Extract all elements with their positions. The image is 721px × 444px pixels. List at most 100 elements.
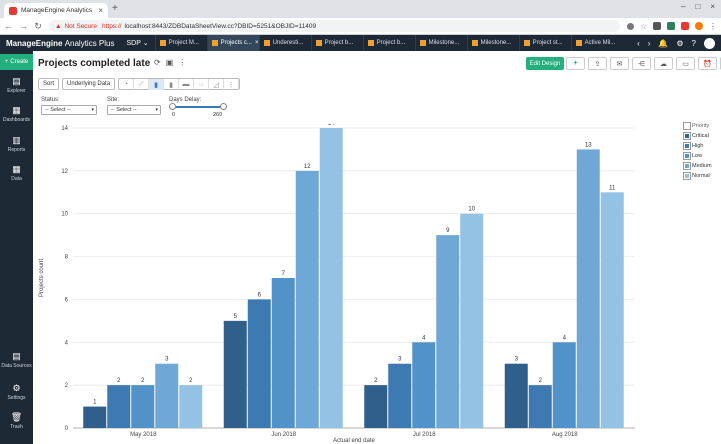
view-tab[interactable]: Project st... bbox=[518, 35, 571, 51]
view-tab[interactable]: Project M... bbox=[154, 35, 207, 51]
slider-max-handle[interactable] bbox=[220, 103, 227, 110]
app-favicon-icon bbox=[9, 6, 17, 15]
view-tab[interactable]: Project b... bbox=[362, 35, 415, 51]
view-tab[interactable]: Milestone... bbox=[466, 35, 519, 51]
legend-item[interactable]: Critical bbox=[683, 131, 720, 141]
extension-icon[interactable] bbox=[667, 22, 675, 30]
app-logo[interactable]: ManageEngine Analytics Plus bbox=[0, 39, 120, 48]
data-label: 3 bbox=[165, 357, 169, 363]
more-charts-icon[interactable]: ⋮ bbox=[224, 79, 240, 90]
legend-swatch bbox=[683, 162, 691, 170]
avatar[interactable] bbox=[704, 37, 715, 49]
site-select[interactable]: -- Select -- ▾ bbox=[107, 105, 161, 115]
help-icon[interactable]: ? bbox=[692, 39, 696, 48]
sidebar-item-label: Explorer bbox=[7, 88, 26, 94]
export-icon[interactable]: ⇪ bbox=[588, 57, 607, 70]
kebab-menu-icon[interactable]: ⋮ bbox=[709, 22, 717, 31]
sidebar-item-settings[interactable]: ⚙ Settings bbox=[0, 383, 33, 401]
maximize-icon[interactable]: □ bbox=[695, 2, 700, 11]
legend-item[interactable]: High bbox=[683, 141, 720, 151]
email-icon[interactable]: ✉ bbox=[610, 57, 629, 70]
data-label: 2 bbox=[117, 378, 121, 384]
sidebar-item-reports[interactable]: ▥ Reports bbox=[0, 135, 33, 153]
reports-icon: ▥ bbox=[12, 135, 21, 145]
close-tab-icon[interactable]: × bbox=[98, 6, 103, 15]
scatter-chart-icon[interactable]: ⁘ bbox=[194, 79, 210, 90]
sort-button[interactable]: Sort bbox=[38, 78, 60, 90]
view-tab[interactable]: Underesti... bbox=[258, 35, 311, 51]
sidebar-item-data[interactable]: ▦ Data bbox=[0, 164, 33, 182]
tabs-scroll-left-icon[interactable]: ‹ bbox=[637, 39, 640, 48]
sidebar-item-dashboards[interactable]: ▦ Dashboards bbox=[0, 105, 33, 123]
legend-item[interactable]: Medium bbox=[683, 161, 720, 171]
y-tick-label: 14 bbox=[61, 126, 68, 132]
minimize-icon[interactable]: – bbox=[681, 2, 685, 11]
more-icon[interactable]: ⋮ bbox=[178, 58, 186, 67]
browser-tab[interactable]: ManageEngine Analytics Plus × bbox=[4, 3, 108, 18]
data-label: 11 bbox=[609, 185, 616, 191]
slider-min-handle[interactable] bbox=[169, 103, 176, 110]
data-label: 3 bbox=[515, 357, 519, 363]
status-select-value: -- Select -- bbox=[45, 107, 71, 113]
extension-icon[interactable] bbox=[681, 22, 689, 30]
sidebar-item-explorer[interactable]: ▤ Explorer bbox=[0, 76, 33, 94]
underlying-data-button[interactable]: Underlying Data bbox=[62, 78, 116, 90]
create-button[interactable]: + Create bbox=[0, 54, 33, 70]
legend-title[interactable]: Priority bbox=[683, 122, 720, 130]
profile-icon[interactable] bbox=[695, 22, 703, 30]
title-actions: ⟳ ▣ ⋮ bbox=[154, 58, 186, 67]
gear-icon[interactable]: ⚙ bbox=[676, 39, 683, 48]
bar-normal bbox=[179, 385, 203, 428]
extension-icon[interactable] bbox=[653, 22, 661, 30]
share-icon[interactable]: ⋲ bbox=[632, 57, 651, 70]
publish-icon[interactable]: ☁ bbox=[654, 57, 673, 70]
view-tab[interactable]: Project b... bbox=[310, 35, 363, 51]
header-icons: ‹ › 🔔 ⚙ ? bbox=[637, 37, 721, 49]
delay-max-value: 260 bbox=[213, 112, 223, 118]
sidebar-item-trash[interactable]: 🗑 Trash bbox=[0, 412, 33, 430]
alarm-icon[interactable]: ⏰ bbox=[698, 57, 717, 70]
view-tab-label: Milestone... bbox=[428, 40, 460, 46]
legend-label: Medium bbox=[692, 163, 712, 169]
stacked-bar-icon[interactable]: ▮ bbox=[164, 79, 180, 90]
forward-icon[interactable]: → bbox=[19, 21, 28, 31]
save-icon[interactable]: ▣ bbox=[166, 58, 174, 67]
add-icon[interactable]: + bbox=[566, 57, 585, 70]
comment-icon[interactable]: ▭ bbox=[676, 57, 695, 70]
view-tab[interactable]: Milestone... bbox=[414, 35, 467, 51]
star-icon[interactable]: ☆ bbox=[640, 22, 647, 31]
view-tab-active[interactable]: Projects c... × bbox=[206, 35, 259, 51]
data-icon: ▦ bbox=[12, 164, 21, 174]
view-tabs: Project M... Projects c... × Underesti...… bbox=[154, 35, 623, 51]
legend-item[interactable]: Low bbox=[683, 151, 720, 161]
horizontal-bar-icon[interactable]: ▬ bbox=[179, 79, 195, 90]
close-window-icon[interactable]: × bbox=[710, 2, 715, 11]
status-select[interactable]: -- Select -- ▾ bbox=[41, 105, 97, 115]
zoom-icon[interactable] bbox=[626, 22, 634, 30]
chart-tab-icon bbox=[471, 40, 478, 46]
reload-icon[interactable]: ↻ bbox=[34, 21, 42, 32]
sidebar-item-data-sources[interactable]: ▤ Data Sources bbox=[0, 351, 33, 369]
line-chart-icon[interactable]: ⟋ bbox=[134, 79, 150, 90]
view-tab[interactable]: Active Mil... bbox=[570, 35, 623, 51]
tabs-scroll-right-icon[interactable]: › bbox=[648, 39, 651, 48]
new-tab-icon[interactable]: + bbox=[112, 3, 118, 14]
refresh-icon[interactable]: ⟳ bbox=[154, 58, 161, 67]
bell-icon[interactable]: 🔔 bbox=[658, 39, 668, 48]
pie-chart-icon[interactable]: ◔ bbox=[119, 79, 135, 90]
data-label: 10 bbox=[468, 207, 475, 213]
y-tick-label: 6 bbox=[65, 297, 69, 303]
legend-item[interactable]: Normal bbox=[683, 171, 720, 181]
legend-title-text: Priority bbox=[692, 123, 710, 129]
sidebar-item-label: Data bbox=[11, 176, 22, 182]
url-input[interactable]: ▲ Not Secure https://localhost:8443/ZDBD… bbox=[49, 20, 620, 32]
workspace-selector[interactable]: SDP ⌄ bbox=[120, 39, 154, 47]
edit-design-button[interactable]: Edit Design bbox=[526, 57, 564, 70]
area-chart-icon[interactable]: ◿ bbox=[209, 79, 225, 90]
back-icon[interactable]: ← bbox=[4, 21, 13, 31]
bar-chart-icon[interactable]: ▮ bbox=[149, 79, 165, 90]
bar-critical bbox=[364, 385, 388, 428]
days-delay-slider[interactable] bbox=[169, 103, 227, 110]
url-protocol: https:// bbox=[101, 22, 122, 30]
days-delay-label: Days Delay: bbox=[169, 97, 202, 103]
